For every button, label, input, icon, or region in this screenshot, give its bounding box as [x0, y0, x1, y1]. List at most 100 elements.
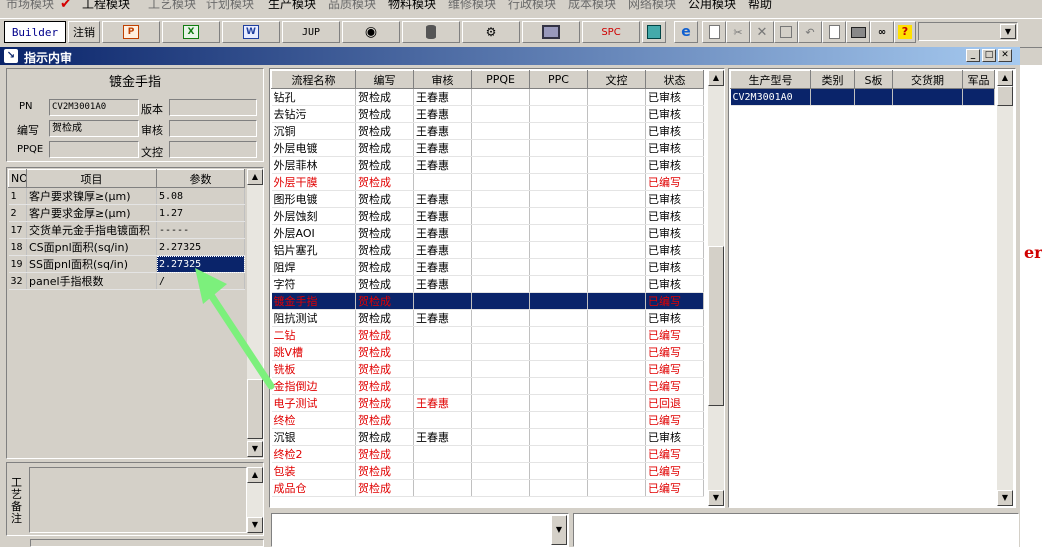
flow-name-cell[interactable]: 外层AOI	[271, 224, 356, 242]
table-row[interactable]: 二钻 贺检成 已编写	[271, 326, 704, 344]
flow-empty-cell[interactable]	[587, 88, 646, 106]
column-header[interactable]: 生产型号	[730, 70, 811, 89]
flow-review-cell[interactable]: 王春惠	[413, 258, 472, 276]
flow-review-cell[interactable]: 王春惠	[413, 309, 472, 327]
flow-author-cell[interactable]: 贺检成	[355, 275, 414, 293]
close-button[interactable]: ✕	[998, 49, 1012, 62]
flow-name-cell[interactable]: 终检2	[271, 445, 356, 463]
flow-status-cell[interactable]: 已编写	[645, 360, 704, 378]
flow-author-cell[interactable]: 贺检成	[355, 343, 414, 361]
flow-empty-cell[interactable]	[529, 377, 588, 395]
flow-empty-cell[interactable]	[587, 139, 646, 157]
flow-author-cell[interactable]: 贺检成	[355, 326, 414, 344]
flow-empty-cell[interactable]	[471, 445, 530, 463]
column-header[interactable]: S板	[854, 70, 893, 89]
flow-review-cell[interactable]: 王春惠	[413, 224, 472, 242]
flow-empty-cell[interactable]	[529, 445, 588, 463]
flow-empty-cell[interactable]	[529, 479, 588, 497]
flow-name-cell[interactable]: 去钻污	[271, 105, 356, 123]
table-row[interactable]: 外层AOI 贺检成 王春惠 已审核	[271, 224, 704, 242]
table-row[interactable]: 图形电镀 贺检成 王春惠 已审核	[271, 190, 704, 208]
flow-empty-cell[interactable]	[529, 394, 588, 412]
flow-review-cell[interactable]	[413, 292, 472, 310]
flow-empty-cell[interactable]	[529, 173, 588, 191]
jup-button[interactable]: JUP	[282, 21, 340, 43]
print-preview-button[interactable]	[522, 21, 580, 43]
flow-author-cell[interactable]: 贺检成	[355, 292, 414, 310]
flow-status-cell[interactable]: 已审核	[645, 88, 704, 106]
flow-status-cell[interactable]: 已审核	[645, 190, 704, 208]
menu-item[interactable]: 行政模块	[508, 0, 556, 12]
column-header[interactable]: 交货期	[892, 70, 963, 89]
process-notes-field[interactable]	[29, 467, 247, 533]
flow-author-cell[interactable]: 贺检成	[355, 190, 414, 208]
column-header[interactable]: PPQE	[471, 70, 530, 89]
table-row[interactable]: 阻焊 贺检成 王春惠 已审核	[271, 258, 704, 276]
menu-item[interactable]: 网络模块	[628, 0, 676, 12]
flow-status-cell[interactable]: 已编写	[645, 462, 704, 480]
flow-empty-cell[interactable]	[587, 462, 646, 480]
flow-empty-cell[interactable]	[529, 360, 588, 378]
flow-empty-cell[interactable]	[471, 394, 530, 412]
flow-empty-cell[interactable]	[529, 309, 588, 327]
table-row[interactable]: 钻孔 贺检成 王春惠 已审核	[271, 88, 704, 106]
builder-button[interactable]: Builder	[4, 21, 66, 43]
param-item-cell[interactable]: SS面pnl面积(sq/in)	[26, 255, 157, 273]
flow-empty-cell[interactable]	[471, 88, 530, 106]
flow-name-cell[interactable]: 钻孔	[271, 88, 356, 106]
flow-empty-cell[interactable]	[587, 105, 646, 123]
flow-name-cell[interactable]: 沉铜	[271, 122, 356, 140]
flow-author-cell[interactable]: 贺检成	[355, 241, 414, 259]
logout-button[interactable]: 注销	[68, 21, 100, 43]
flow-review-cell[interactable]	[413, 173, 472, 191]
print-button[interactable]	[846, 21, 870, 43]
flow-empty-cell[interactable]	[529, 122, 588, 140]
column-header[interactable]: 类别	[810, 70, 855, 89]
column-header[interactable]: 军品	[962, 70, 995, 89]
view-button[interactable]: ◉	[342, 21, 400, 43]
chevron-down-icon[interactable]: ▼	[1000, 24, 1016, 39]
flow-empty-cell[interactable]	[587, 411, 646, 429]
flow-status-cell[interactable]: 已编写	[645, 445, 704, 463]
flow-review-cell[interactable]	[413, 462, 472, 480]
flow-empty-cell[interactable]	[587, 224, 646, 242]
flow-status-cell[interactable]: 已编写	[645, 326, 704, 344]
menu-item[interactable]: 成本模块	[568, 0, 616, 12]
column-header[interactable]: 编写	[355, 70, 414, 89]
flow-empty-cell[interactable]	[471, 377, 530, 395]
flow-author-cell[interactable]: 贺检成	[355, 258, 414, 276]
param-value-cell[interactable]: 2.27325	[156, 238, 245, 256]
review-field[interactable]	[169, 120, 257, 137]
prod-date-cell[interactable]	[892, 88, 963, 106]
flow-empty-cell[interactable]	[471, 190, 530, 208]
prod-s-cell[interactable]	[854, 88, 893, 106]
maximize-button[interactable]: □	[982, 49, 996, 62]
table-row[interactable]: 终检 贺检成 已编写	[271, 411, 704, 429]
flow-empty-cell[interactable]	[529, 241, 588, 259]
column-header[interactable]: 审核	[413, 70, 472, 89]
table-row[interactable]: 成品仓 贺检成 已编写	[271, 479, 704, 497]
production-scrollbar[interactable]: ▲ ▼	[997, 70, 1013, 506]
param-item-cell[interactable]: panel手指根数	[26, 272, 157, 290]
flow-name-cell[interactable]: 外层菲林	[271, 156, 356, 174]
flow-empty-cell[interactable]	[529, 258, 588, 276]
table-row[interactable]: 铣板 贺检成 已编写	[271, 360, 704, 378]
flow-empty-cell[interactable]	[529, 343, 588, 361]
scroll-up-icon[interactable]: ▲	[708, 70, 724, 86]
flow-empty-cell[interactable]	[587, 428, 646, 446]
flow-empty-cell[interactable]	[587, 343, 646, 361]
spc-button[interactable]: SPC	[582, 21, 640, 43]
flow-status-cell[interactable]: 已审核	[645, 139, 704, 157]
param-no-cell[interactable]: 1	[8, 187, 27, 205]
flow-empty-cell[interactable]	[587, 156, 646, 174]
flow-empty-cell[interactable]	[471, 258, 530, 276]
flow-status-cell[interactable]: 已编写	[645, 292, 704, 310]
flow-review-cell[interactable]	[413, 479, 472, 497]
menu-item[interactable]: 工程模块	[82, 0, 130, 12]
doc-control-field[interactable]	[169, 141, 257, 158]
flow-empty-cell[interactable]	[529, 326, 588, 344]
column-header[interactable]: PPC	[529, 70, 588, 89]
flow-status-cell[interactable]: 已审核	[645, 224, 704, 242]
param-item-cell[interactable]: 客户要求金厚≥(μm)	[26, 204, 157, 222]
flow-status-cell[interactable]: 已审核	[645, 105, 704, 123]
